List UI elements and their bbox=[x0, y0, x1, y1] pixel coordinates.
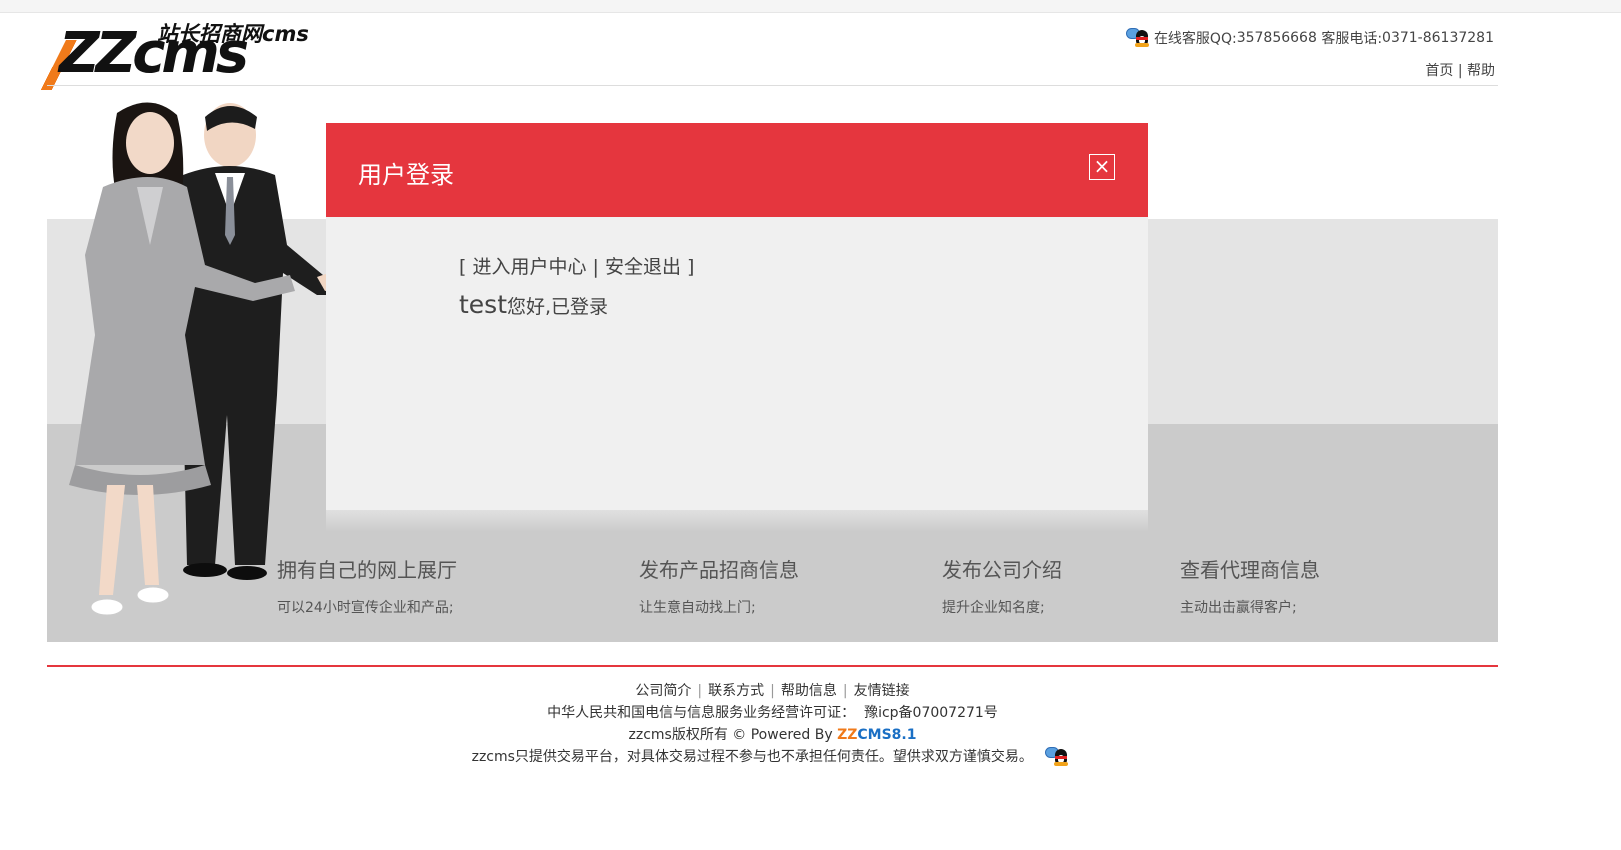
modal-shadow bbox=[326, 510, 1148, 532]
feature-desc: 主动出击赢得客户; bbox=[1180, 600, 1297, 616]
feature-company: 发布公司介绍 提升企业知名度; bbox=[942, 554, 1062, 617]
user-center-link[interactable]: 进入用户中心 bbox=[472, 256, 586, 278]
footer-copyright: zzcms版权所有 © Powered By ZZCMS8.1 bbox=[0, 724, 1545, 746]
contact-qq: 357856668 bbox=[1236, 30, 1317, 46]
footer-sep: | bbox=[842, 683, 848, 699]
header-divider bbox=[47, 85, 1498, 86]
disclaimer-text: zzcms只提供交易平台，对具体交易过程不参与也不承担任何责任。望供求双方谨慎交… bbox=[471, 749, 1033, 765]
feature-desc: 让生意自动找上门; bbox=[639, 600, 756, 616]
site-logo[interactable]: ZZcms 站长招商网cms bbox=[38, 18, 317, 90]
modal-title: 用户登录 bbox=[358, 161, 454, 189]
nav-help-link[interactable]: 帮助 bbox=[1467, 63, 1495, 79]
login-modal: 用户登录 × [ 进入用户中心 | 安全退出 ] test您好,已登录 bbox=[326, 123, 1148, 510]
logo-subtitle: 站长招商网cms bbox=[157, 22, 309, 46]
bracket-open: [ bbox=[459, 256, 473, 278]
footer-link-help[interactable]: 帮助信息 bbox=[781, 683, 837, 699]
feature-title: 发布公司介绍 bbox=[942, 558, 1062, 582]
welcome-message: test您好,已登录 bbox=[459, 290, 608, 319]
username: test bbox=[459, 290, 508, 319]
footer-disclaimer: zzcms只提供交易平台，对具体交易过程不参与也不承担任何责任。望供求双方谨慎交… bbox=[0, 746, 1545, 768]
footer: 公司简介 | 联系方式 | 帮助信息 | 友情链接 中华人民共和国电信与信息服务业务经营许可… bbox=[0, 680, 1545, 768]
footer-link-about[interactable]: 公司简介 bbox=[635, 683, 691, 699]
nav-home-link[interactable]: 首页 bbox=[1425, 63, 1453, 79]
powered-zz: ZZ bbox=[837, 727, 858, 743]
feature-agents: 查看代理商信息 主动出击赢得客户; bbox=[1180, 554, 1320, 617]
contact-info: 在线客服QQ: 357856668 客服电话: 0371-86137281 bbox=[1125, 28, 1494, 48]
top-nav: 首页 | 帮助 bbox=[1425, 60, 1495, 80]
user-links: [ 进入用户中心 | 安全退出 ] bbox=[459, 252, 694, 279]
top-strip bbox=[0, 0, 1621, 13]
nav-separator: | bbox=[1453, 63, 1467, 79]
powered-by-link[interactable]: ZZCMS8.1 bbox=[837, 727, 916, 743]
qq-icon[interactable] bbox=[1125, 28, 1152, 48]
greeting: 您好,已登录 bbox=[507, 296, 609, 318]
footer-divider bbox=[47, 665, 1498, 667]
qq-icon[interactable] bbox=[1045, 747, 1071, 767]
feature-desc: 提升企业知名度; bbox=[942, 600, 1045, 616]
contact-phone: 0371-86137281 bbox=[1382, 30, 1494, 46]
feature-title: 发布产品招商信息 bbox=[639, 558, 799, 582]
footer-sep: | bbox=[770, 683, 775, 699]
link-separator: | bbox=[586, 256, 605, 278]
modal-header: 用户登录 × bbox=[326, 123, 1148, 217]
footer-sep: | bbox=[697, 683, 703, 699]
contact-prefix: 在线客服QQ: bbox=[1153, 31, 1237, 47]
feature-products: 发布产品招商信息 让生意自动找上门; bbox=[639, 554, 799, 617]
footer-license: 中华人民共和国电信与信息服务业务经营许可证： 豫icp备07007271号 bbox=[547, 705, 998, 721]
close-icon[interactable]: × bbox=[1089, 154, 1115, 180]
footer-link-friends[interactable]: 友情链接 bbox=[854, 683, 910, 699]
feature-title: 查看代理商信息 bbox=[1180, 558, 1320, 582]
contact-phone-label: 客服电话: bbox=[1316, 31, 1383, 47]
footer-link-contact[interactable]: 联系方式 bbox=[708, 683, 764, 699]
powered-cms: CMS8.1 bbox=[857, 727, 917, 743]
footer-links: 公司简介 | 联系方式 | 帮助信息 | 友情链接 bbox=[0, 680, 1545, 702]
copyright-prefix: zzcms版权所有 © Powered By bbox=[628, 727, 838, 743]
logout-link[interactable]: 安全退出 bbox=[605, 256, 681, 278]
bracket-close: ] bbox=[680, 256, 695, 278]
